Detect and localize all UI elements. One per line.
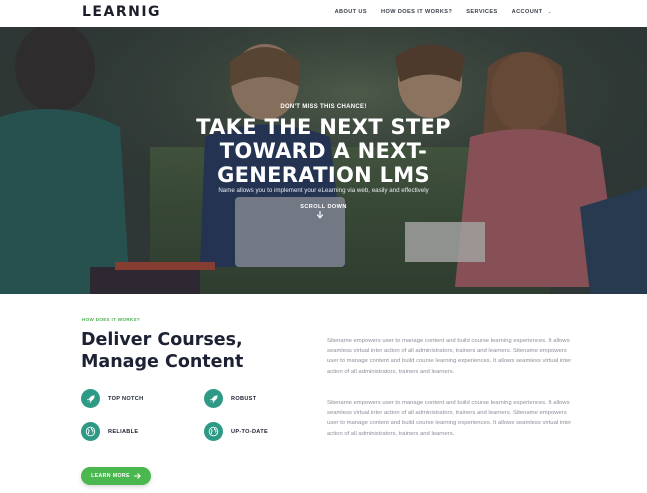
learn-more-button[interactable]: LEARN MORE	[81, 467, 151, 485]
rocket-icon	[204, 389, 223, 408]
feature-label: UP-TO-DATE	[231, 428, 268, 435]
globe-icon	[81, 422, 100, 441]
hero-title-line: GENERATION LMS	[217, 163, 430, 187]
nav-account[interactable]: ACCOUNT ⌄	[512, 9, 552, 15]
section-title-line: Deliver Courses,	[81, 330, 243, 350]
feature-robust: ROBUST	[204, 389, 256, 408]
hero-title: TAKE THE NEXT STEP TOWARD A NEXT- GENERA…	[0, 115, 647, 187]
feature-label: TOP NOTCH	[108, 395, 144, 402]
brand-logo[interactable]: LEARNIG	[82, 4, 161, 20]
chevron-down-icon: ⌄	[547, 9, 552, 15]
globe-icon	[204, 422, 223, 441]
feature-reliable: RELIABLE	[81, 422, 138, 441]
hero-eyebrow: DON'T MISS THIS CHANCE!	[280, 104, 367, 110]
scroll-down-link[interactable]: SCROLL DOWN	[0, 204, 647, 210]
navbar: LEARNIG ABOUT US HOW DOES IT WORKS? SERV…	[0, 0, 647, 27]
feature-up-to-date: UP-TO-DATE	[204, 422, 268, 441]
feature-label: RELIABLE	[108, 428, 139, 435]
nav-services[interactable]: SERVICES	[466, 9, 497, 15]
learn-more-label: LEARN MORE	[91, 473, 130, 479]
description-paragraph: Sitename empowers user to manage content…	[327, 338, 572, 375]
section-title-line: Manage Content	[81, 352, 244, 372]
nav-how-it-works[interactable]: HOW DOES IT WORKS?	[381, 9, 452, 15]
rocket-icon	[81, 389, 100, 408]
section-eyebrow: HOW DOES IT WORKS?	[82, 317, 140, 322]
hero-subtitle: Name allows you to implement your eLearn…	[218, 187, 429, 194]
hero-banner: DON'T MISS THIS CHANCE! TAKE THE NEXT ST…	[0, 27, 647, 294]
feature-label: ROBUST	[231, 395, 257, 402]
arrow-down-icon[interactable]	[316, 211, 324, 219]
nav-about-us[interactable]: ABOUT US	[335, 9, 367, 15]
hero-title-line: TOWARD A NEXT-	[219, 139, 428, 163]
feature-top-notch: TOP NOTCH	[81, 389, 143, 408]
hero-title-line: TAKE THE NEXT STEP	[196, 115, 451, 139]
arrow-right-icon	[133, 473, 141, 479]
main-nav: ABOUT US HOW DOES IT WORKS? SERVICES ACC…	[335, 9, 552, 15]
hero-content: DON'T MISS THIS CHANCE! TAKE THE NEXT ST…	[0, 27, 647, 294]
nav-account-label: ACCOUNT	[511, 9, 543, 15]
description-paragraph: Sitename empowers user to manage content…	[327, 400, 572, 437]
section-title: Deliver Courses, Manage Content	[81, 329, 243, 373]
